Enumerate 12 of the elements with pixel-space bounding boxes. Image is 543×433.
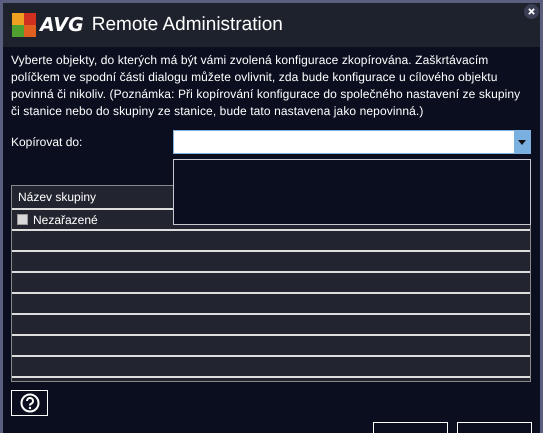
column-header: Název skupiny	[17, 189, 98, 206]
help-icon	[20, 393, 40, 413]
checkbox[interactable]	[17, 214, 28, 225]
help-button[interactable]	[11, 390, 48, 416]
group-name: Nezařazené	[33, 212, 98, 228]
logo-icon	[12, 13, 36, 37]
window-title: Remote Administration	[92, 12, 283, 37]
close-icon	[528, 8, 535, 15]
close-button[interactable]	[524, 4, 539, 19]
copy-to-label: Kopírovat do:	[11, 134, 84, 151]
instructions-text: Vyberte objekty, do kterých má být vámi zvolená konfigurace zkopírována. Zaškrtávacím políčkem ve spodní části dialogu můžete ovlivnit, zda bude konfigurace u cílového objektu povinná či nikoliv. (Poznámka: Při kopírování konfigurace do společného nastavení ze skupiny či stanice nebo do skupiny ze stanice, bude tato nastavena jako nepovinná.)	[11, 52, 522, 120]
logo-text: AVG	[40, 12, 84, 38]
